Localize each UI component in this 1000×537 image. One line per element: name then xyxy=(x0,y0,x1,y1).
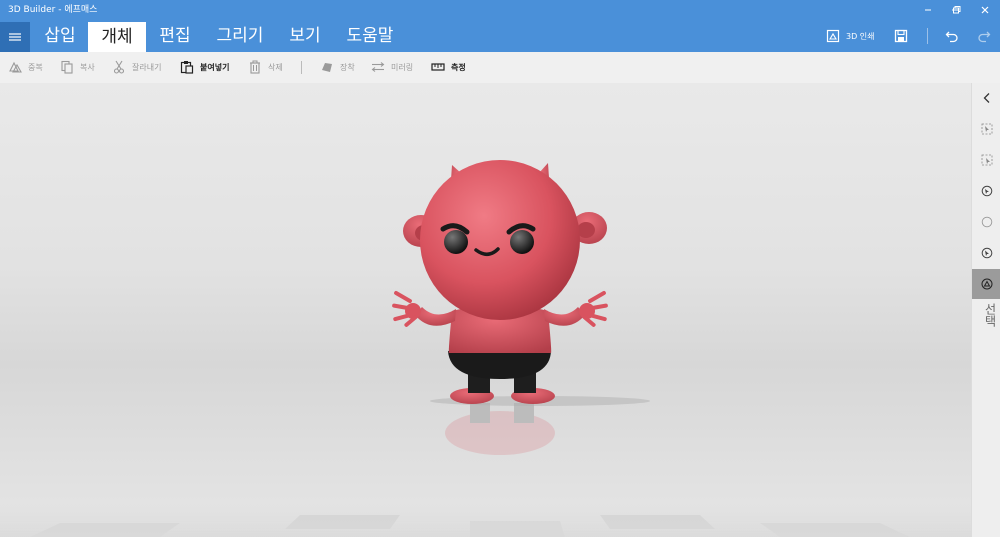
hamburger-icon xyxy=(9,33,21,41)
devil-3d-model[interactable] xyxy=(392,160,608,404)
mirror-label: 미러링 xyxy=(391,62,414,72)
tab-object[interactable]: 개체 xyxy=(88,22,146,52)
command-divider xyxy=(301,61,302,74)
left-arm xyxy=(415,307,456,326)
select-mesh-button[interactable] xyxy=(972,176,1000,206)
select-group-button[interactable] xyxy=(972,145,1000,175)
3d-viewport[interactable] xyxy=(0,83,971,537)
tab-insert[interactable]: 삽입 xyxy=(34,20,86,52)
copy-button[interactable]: 복사 xyxy=(60,59,95,75)
title-bar: 3D Builder - 에프매스 xyxy=(0,0,1000,20)
undo-button[interactable] xyxy=(945,20,959,52)
measure-label: 측정 xyxy=(451,62,466,72)
right-eye xyxy=(510,230,534,254)
collapse-panel-button[interactable] xyxy=(972,83,1000,113)
duplicate-icon xyxy=(9,61,22,73)
close-icon xyxy=(981,6,989,14)
maximize-window-button[interactable] xyxy=(941,0,971,20)
printer-3d-icon xyxy=(826,29,840,43)
tab-view[interactable]: 보기 xyxy=(280,20,330,52)
selection-side-panel: 선택 xyxy=(971,83,1000,537)
selection-panel-label: 선택 xyxy=(983,303,997,327)
measure-icon xyxy=(431,63,445,71)
chevron-left-icon xyxy=(983,93,989,103)
restore-icon xyxy=(953,6,961,14)
tab-edit[interactable]: 편집 xyxy=(150,20,200,52)
copy-label: 복사 xyxy=(80,62,95,72)
tab-help[interactable]: 도움말 xyxy=(338,20,402,52)
menu-button[interactable] xyxy=(0,22,30,52)
print-3d-label: 3D 인쇄 xyxy=(846,31,875,41)
settle-label: 장착 xyxy=(340,62,355,72)
left-eye xyxy=(444,230,468,254)
clipboard-icon xyxy=(180,61,194,74)
mesh-select-icon xyxy=(981,185,992,197)
settle-icon xyxy=(322,63,332,72)
select-triangle-button[interactable] xyxy=(972,269,1000,299)
object-command-bar: 중복 복사 잘라내기 붙여넣기 삭제 장착 미러링 측정 xyxy=(0,52,1000,83)
select-shape-button[interactable] xyxy=(972,207,1000,237)
measure-button[interactable]: 측정 xyxy=(431,59,466,75)
paste-label: 붙여넣기 xyxy=(200,62,230,72)
minimize-window-button[interactable] xyxy=(913,0,943,20)
settle-button[interactable]: 장착 xyxy=(320,59,355,75)
delete-label: 삭제 xyxy=(268,62,283,72)
duplicate-button[interactable]: 중복 xyxy=(8,59,43,75)
delete-button[interactable]: 삭제 xyxy=(248,59,283,75)
mirror-button[interactable]: 미러링 xyxy=(371,59,413,75)
minimize-icon xyxy=(925,9,931,11)
save-icon xyxy=(894,29,908,43)
trash-icon xyxy=(250,60,260,74)
select-objects-button[interactable] xyxy=(972,114,1000,144)
model-reflection xyxy=(445,403,555,455)
select-object-icon xyxy=(981,123,992,135)
head xyxy=(420,160,580,320)
app-window: 3D Builder - 에프매스 삽입 개체 편집 그리기 보기 도움말 3D… xyxy=(0,0,1000,537)
close-window-button[interactable] xyxy=(970,0,1000,20)
triangle-select-icon xyxy=(981,278,992,290)
floor-grid xyxy=(0,503,971,537)
toolbar-divider xyxy=(927,28,928,44)
print-3d-button[interactable]: 3D 인쇄 xyxy=(826,28,875,44)
window-title: 3D Builder - 에프매스 xyxy=(8,5,98,15)
paste-button[interactable]: 붙여넣기 xyxy=(180,59,229,75)
tab-paint[interactable]: 그리기 xyxy=(208,20,272,52)
circle-outline-icon xyxy=(981,216,992,228)
cut-label: 잘라내기 xyxy=(132,62,162,72)
copy-icon xyxy=(61,60,73,74)
ribbon-tab-bar: 삽입 개체 편집 그리기 보기 도움말 3D 인쇄 xyxy=(0,20,1000,52)
left-hand xyxy=(392,291,421,327)
mirror-icon xyxy=(371,62,385,72)
face-select-icon xyxy=(981,247,992,259)
select-group-icon xyxy=(981,154,992,166)
right-hand xyxy=(579,291,608,327)
redo-button[interactable] xyxy=(977,20,991,52)
undo-icon xyxy=(945,31,958,43)
duplicate-label: 중복 xyxy=(28,62,43,72)
save-button[interactable] xyxy=(894,20,908,52)
scissors-icon xyxy=(113,60,125,74)
right-arm xyxy=(544,307,585,326)
redo-icon xyxy=(978,31,991,43)
scene-canvas[interactable] xyxy=(0,83,971,537)
cut-button[interactable]: 잘라내기 xyxy=(112,59,161,75)
select-face-button[interactable] xyxy=(972,238,1000,268)
